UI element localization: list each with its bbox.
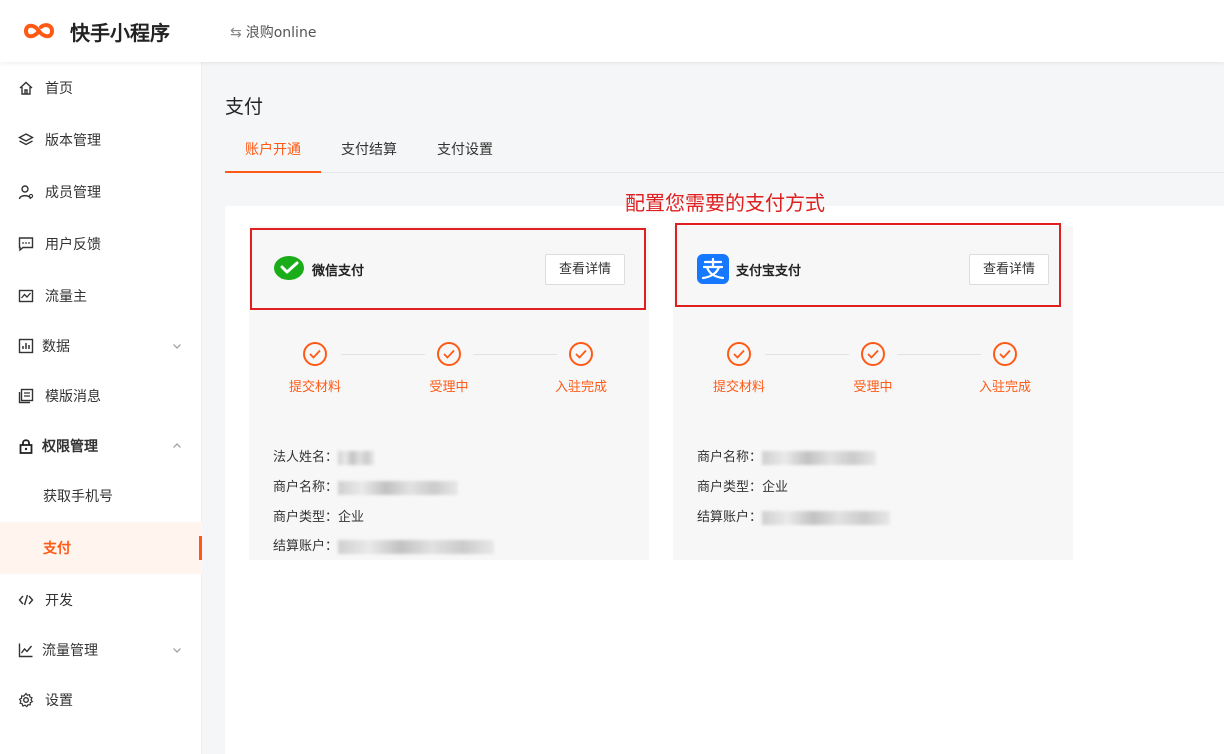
page-title: 支付: [225, 96, 264, 118]
field-label: 商户名称：: [697, 450, 763, 465]
kuaishou-logo-icon[interactable]: [22, 18, 58, 44]
lock-icon: [19, 439, 33, 454]
field-label: 结算账户：: [273, 539, 339, 554]
chevron-down-icon: [173, 648, 181, 653]
sidebar-item-version[interactable]: 版本管理: [0, 114, 202, 166]
field-label: 商户类型：: [273, 510, 339, 525]
top-bar: 快手小程序 ⇆ 浪购online: [0, 0, 1224, 62]
switch-icon: ⇆: [230, 25, 242, 41]
sidebar-item-get-phone[interactable]: 获取手机号: [0, 470, 202, 522]
tab-payment-settlement[interactable]: 支付结算: [329, 128, 409, 172]
sidebar-item-label: 流量主: [45, 289, 87, 305]
field-label: 商户类型：: [697, 480, 763, 495]
payment-methods-panel: 配置您需要的支付方式 微信支付 查看详情 提交材料 受理中 入驻完成 法人姓名：…: [225, 191, 1224, 754]
account-switcher[interactable]: ⇆ 浪购online: [230, 22, 316, 42]
step-label: 入驻完成: [978, 380, 1031, 395]
info-row: 商户类型：企业: [697, 478, 788, 498]
sidebar-item-label: 模版消息: [45, 389, 101, 405]
sidebar-item-label: 成员管理: [45, 185, 101, 201]
step-label: 受理中: [429, 380, 469, 395]
check-circle-icon: [303, 342, 327, 366]
annotation-text: 配置您需要的支付方式: [625, 191, 825, 215]
sidebar: 首页 版本管理 成员管理 用户反馈 流量主 数据 模版消息 权限管理 获取手机号…: [0, 62, 202, 754]
field-value: 企业: [762, 480, 789, 495]
check-circle-icon: [569, 342, 593, 366]
step-label: 提交材料: [288, 380, 341, 395]
progress-steps: 提交材料 受理中 入驻完成: [673, 342, 1073, 402]
traffic-icon: [18, 289, 34, 303]
wechat-pay-card: 微信支付 查看详情 提交材料 受理中 入驻完成 法人姓名： 商户名称： 商户类型…: [249, 226, 649, 560]
copy-icon: [18, 388, 34, 404]
sidebar-item-label: 流量管理: [42, 643, 98, 659]
step-connector: [765, 354, 849, 355]
info-row: 商户类型：企业: [273, 508, 364, 528]
highlight-box: [250, 228, 646, 310]
redacted-value: [338, 450, 375, 465]
tab-account-activation[interactable]: 账户开通: [225, 128, 321, 173]
field-label: 结算账户：: [697, 510, 763, 525]
chevron-up-icon: [173, 443, 181, 448]
sidebar-item-label: 设置: [45, 693, 73, 709]
gear-icon: [18, 692, 34, 708]
comment-icon: [18, 237, 34, 252]
field-value: 企业: [338, 510, 365, 525]
sidebar-item-label: 数据: [42, 339, 70, 355]
sidebar-item-label: 用户反馈: [45, 237, 101, 253]
step-label: 受理中: [853, 380, 893, 395]
sidebar-item-home[interactable]: 首页: [0, 62, 202, 114]
line-chart-icon: [18, 643, 33, 658]
sidebar-item-label: 版本管理: [45, 133, 101, 149]
field-label: 法人姓名：: [273, 450, 339, 465]
sidebar-item-permissions[interactable]: 权限管理: [0, 420, 202, 472]
sidebar-item-label: 支付: [43, 541, 71, 557]
sidebar-item-label: 开发: [45, 593, 73, 609]
code-icon: [18, 594, 34, 606]
sidebar-item-label: 权限管理: [42, 439, 98, 455]
redacted-value: [762, 510, 891, 525]
redacted-value: [338, 539, 495, 554]
sidebar-item-traffic-management[interactable]: 流量管理: [0, 624, 202, 676]
check-circle-icon: [993, 342, 1017, 366]
step-connector: [473, 354, 557, 355]
sidebar-item-payment[interactable]: 支付: [0, 522, 202, 574]
info-row: 结算账户：: [273, 537, 495, 557]
sidebar-item-develop[interactable]: 开发: [0, 574, 202, 626]
sidebar-item-settings[interactable]: 设置: [0, 674, 202, 726]
step-label: 提交材料: [712, 380, 765, 395]
field-label: 商户名称：: [273, 480, 339, 495]
check-circle-icon: [437, 342, 461, 366]
account-name: 浪购online: [245, 25, 317, 41]
app-name: 快手小程序: [70, 21, 170, 45]
info-row: 结算账户：: [697, 508, 891, 528]
sidebar-item-label: 首页: [45, 81, 73, 97]
sidebar-item-label: 获取手机号: [43, 489, 113, 505]
main-area: 支付 账户开通 支付结算 支付设置 配置您需要的支付方式 微信支付 查看详情 提…: [202, 62, 1224, 754]
check-circle-icon: [861, 342, 885, 366]
bar-chart-icon: [18, 338, 34, 354]
redacted-value: [762, 450, 877, 465]
tab-payment-settings[interactable]: 支付设置: [425, 128, 505, 172]
sidebar-item-template-message[interactable]: 模版消息: [0, 370, 202, 422]
info-row: 商户名称：: [273, 478, 459, 498]
info-row: 商户名称：: [697, 448, 877, 468]
redacted-value: [338, 480, 459, 495]
step-connector: [897, 354, 981, 355]
check-circle-icon: [727, 342, 751, 366]
chevron-down-icon: [173, 344, 181, 349]
highlight-box: [675, 223, 1061, 307]
alipay-card: 支付宝支付 查看详情 提交材料 受理中 入驻完成 商户名称： 商户类型：企业 结…: [673, 223, 1073, 560]
info-row: 法人姓名：: [273, 448, 375, 468]
progress-steps: 提交材料 受理中 入驻完成: [249, 342, 649, 402]
layers-icon: [18, 133, 34, 146]
home-icon: [19, 81, 33, 95]
step-label: 入驻完成: [554, 380, 607, 395]
sidebar-item-data[interactable]: 数据: [0, 320, 202, 372]
sidebar-item-traffic-owner[interactable]: 流量主: [0, 270, 202, 322]
step-connector: [341, 354, 425, 355]
sidebar-item-feedback[interactable]: 用户反馈: [0, 218, 202, 270]
tab-bar: 账户开通 支付结算 支付设置: [225, 128, 1224, 173]
user-icon: [18, 185, 34, 200]
sidebar-item-members[interactable]: 成员管理: [0, 166, 202, 218]
